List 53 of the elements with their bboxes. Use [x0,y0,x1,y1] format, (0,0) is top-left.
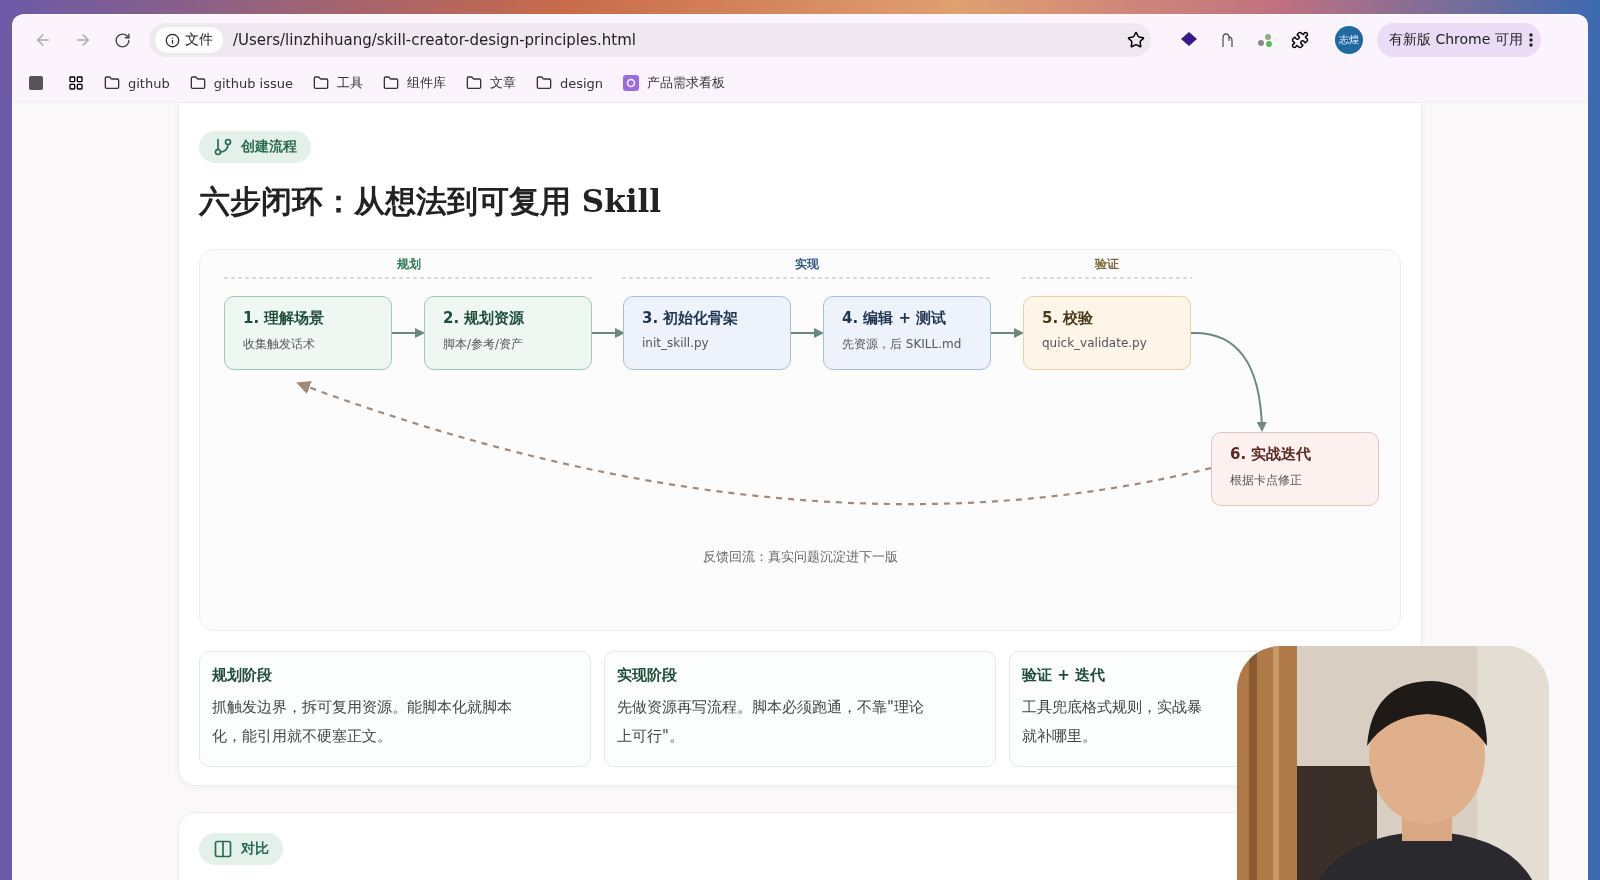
bookmark-item[interactable]: 文章 [465,74,516,92]
folder-icon [312,75,329,91]
bookmark-item[interactable]: github issue [189,75,293,91]
step-subtitle: 先资源，后 SKILL.md [842,336,963,353]
section-title: 六步闭环：从想法到可复用 Skill [199,182,662,221]
bookmark-item[interactable]: 组件库 [382,74,446,92]
card-title: 验证 + 迭代 [1022,666,1106,685]
section-badge: 对比 [199,833,283,865]
phase-label: 规划 [396,256,422,273]
folder-icon [465,75,482,91]
step-subtitle: 根据卡点修正 [1230,472,1303,489]
url-text: /Users/linzhihuang/skill-creator-design-principles.html [233,31,637,49]
folder-icon [189,75,206,91]
card-text: 抓触发边界，拆可复用资源。能脚本化就脚本 化，能引用就不硬塞正文。 [212,697,513,747]
step-title: 4. 编辑 + 测试 [842,309,948,328]
bookmark-item[interactable]: github [104,75,170,91]
more-icon [1528,33,1533,47]
step-subtitle: quick_validate.py [1042,336,1148,350]
forward-arrow-icon [74,31,92,49]
address-bar[interactable]: 文件 /Users/linzhihuang/skill-creator-design-principles.html [149,23,1151,57]
step-subtitle: init_skill.py [642,336,710,350]
card-text: 工具兜底格式规则，实战暴 就补哪里。 [1022,697,1203,747]
phase-label: 实现 [794,256,820,273]
card-title: 规划阶段 [212,666,273,685]
folder-icon [104,75,120,91]
step-title: 2. 规划资源 [443,309,526,328]
feedback-caption: 反馈回流：真实问题沉淀进下一版 [702,548,898,566]
step-subtitle: 脚本/参考/资产 [443,336,525,353]
columns-icon [213,839,233,859]
step-title: 1. 理解场景 [243,309,326,328]
info-icon [165,32,180,48]
extensions-icon[interactable] [1291,31,1309,49]
section-badge: 创建流程 [199,131,311,163]
bookmark-item[interactable]: design [535,75,604,91]
bookmark-star-icon[interactable] [1127,31,1145,49]
step-title: 5. 校验 [1042,309,1095,328]
apps-grid-icon[interactable] [68,75,84,91]
profile-avatar[interactable]: 志煌 [1335,26,1363,54]
app-icon [623,75,640,91]
branch-icon [213,137,233,157]
update-chrome-button[interactable]: 有新版 Chrome 可用 [1377,23,1541,57]
site-info-chip[interactable]: 文件 [155,27,223,53]
bookmark-item[interactable]: 工具 [312,74,363,92]
folder-icon [535,75,552,91]
reload-icon [114,31,131,49]
card-text: 先做资源再写流程。脚本必须跑通，不靠"理论 上可行"。 [617,697,925,747]
phase-label: 验证 [1093,256,1120,273]
step-subtitle: 收集触发话术 [243,336,316,353]
card-title: 实现阶段 [617,666,678,685]
bookmark-item[interactable]: 产品需求看板 [623,74,726,92]
step-title: 6. 实战迭代 [1230,445,1313,464]
step-title: 3. 初始化骨架 [642,309,740,328]
folder-icon [382,75,399,91]
